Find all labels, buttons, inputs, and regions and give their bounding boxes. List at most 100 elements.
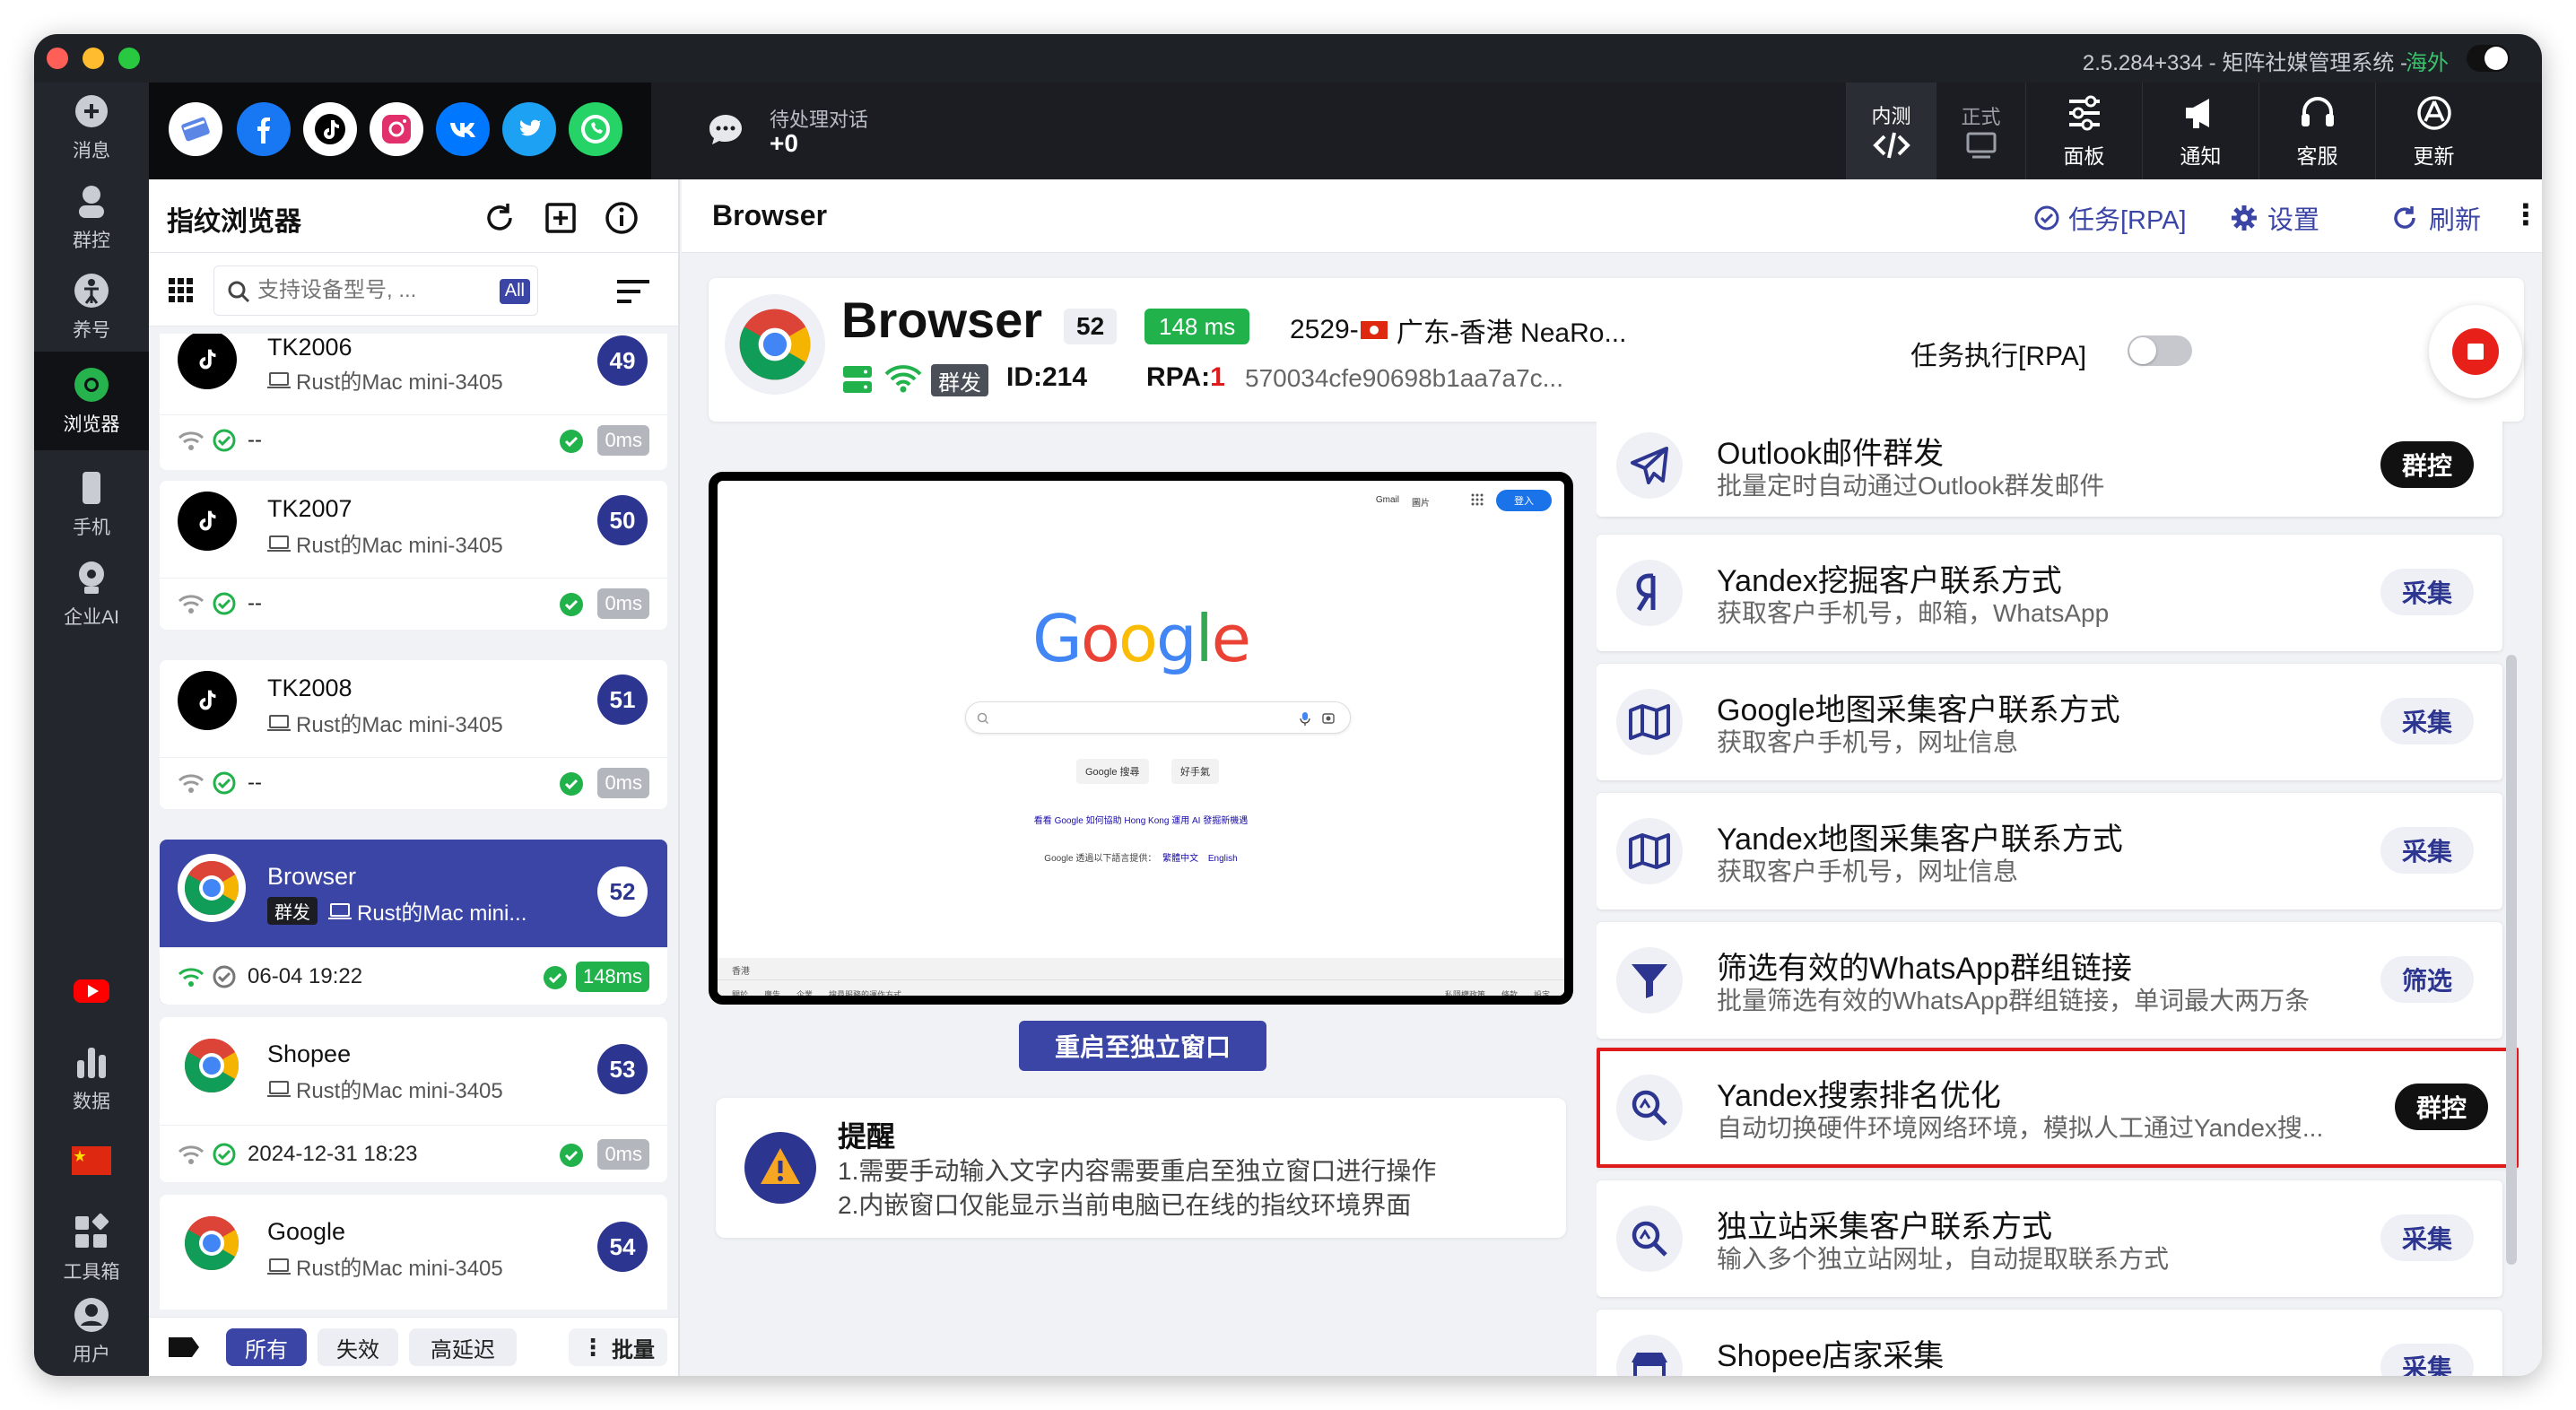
google-lucky-btn[interactable]: 好手氣	[1171, 759, 1219, 784]
task-whatsapp-group-filter[interactable]: 筛选有效的WhatsApp群组链接 批量筛选有效的WhatsApp群组链接，单词…	[1597, 922, 2502, 1039]
headset-icon	[2301, 97, 2334, 126]
social-twitter-button[interactable]	[502, 102, 556, 156]
sidebar-item-data[interactable]: 数据	[34, 1033, 149, 1123]
task-rpa-button[interactable]: 任务[RPA]	[2032, 199, 2187, 237]
camera-search-icon[interactable]	[1321, 711, 1336, 726]
task-independent-site-contacts[interactable]: 独立站采集客户联系方式 输入多个独立站网址，自动提取联系方式 采集	[1597, 1180, 2502, 1297]
footer-link[interactable]: 搜尋服務的運作方式	[829, 988, 901, 996]
device-card-tk2007[interactable]: TK2007 Rust的Mac mini-3405 50 -- 0ms	[160, 481, 667, 630]
map-icon	[1629, 833, 1670, 869]
lang-zh-link[interactable]: 繁體中文	[1162, 854, 1198, 864]
add-icon[interactable]	[544, 201, 578, 235]
task-list-scrollbar[interactable]	[2506, 655, 2517, 1265]
search-input[interactable]	[257, 274, 473, 308]
social-facebook-button[interactable]	[237, 102, 291, 156]
settings-button[interactable]: 设置	[2230, 199, 2319, 237]
task-yandex-maps-contacts[interactable]: Yandex地图采集客户联系方式 获取客户手机号，网址信息 采集	[1597, 793, 2502, 910]
google-search-btn[interactable]: Google 搜尋	[1076, 759, 1149, 784]
sidebar-item-enterprise-ai[interactable]: 企业AI	[34, 549, 149, 639]
social-tiktok-button[interactable]	[303, 102, 357, 156]
task-exec-toggle[interactable]	[2128, 335, 2192, 366]
task-badge[interactable]: 采集	[2380, 698, 2474, 744]
youtube-link[interactable]	[34, 962, 149, 1024]
sidebar-item-phone[interactable]: 手机	[34, 459, 149, 549]
sidebar-item-user[interactable]: 用户	[34, 1286, 149, 1376]
device-card-google[interactable]: Google Rust的Mac mini-3405 54	[160, 1195, 667, 1310]
footer-link[interactable]: 設定	[1534, 988, 1550, 996]
stop-button[interactable]	[2429, 305, 2522, 398]
task-badge[interactable]: 群控	[2394, 1084, 2488, 1130]
task-badge[interactable]: 采集	[2380, 1344, 2474, 1376]
info-icon[interactable]	[605, 201, 639, 235]
embedded-browser-preview[interactable]: Gmail 圖片 登入 Google Google 搜尋 好手氣 看看 Goog…	[709, 472, 1573, 1005]
sidebar-item-messages[interactable]: 消息	[34, 83, 149, 172]
notification-button[interactable]: 通知	[2142, 83, 2258, 179]
task-shopee-shop-collection[interactable]: Shopee店家采集 采集	[1597, 1310, 2502, 1376]
footer-link[interactable]: 條款	[1501, 988, 1518, 996]
footer-link[interactable]: 私隱權政策	[1445, 988, 1485, 996]
search-box[interactable]: All	[213, 265, 538, 316]
tag-icon[interactable]	[167, 1336, 201, 1359]
sort-icon[interactable]	[615, 278, 651, 305]
zoom-window-button[interactable]	[118, 48, 140, 69]
sidebar-item-group-control[interactable]: 群控	[34, 172, 149, 262]
restart-standalone-button[interactable]: 重启至独立窗口	[1019, 1021, 1266, 1071]
task-badge[interactable]: 筛选	[2380, 956, 2474, 1003]
device-host: Rust的Mac mini-3405	[267, 527, 563, 559]
language-selector[interactable]	[34, 1132, 149, 1195]
task-badge[interactable]: 采集	[2380, 1214, 2474, 1261]
batch-button[interactable]: ⋮ 批量	[569, 1328, 667, 1366]
env-test-button[interactable]: 内测	[1846, 83, 1936, 179]
device-card-tk2008[interactable]: TK2008 Rust的Mac mini-3405 51 -- 0ms	[160, 660, 667, 809]
footer-link[interactable]: 關於	[732, 988, 748, 996]
theme-toggle[interactable]	[2467, 45, 2510, 72]
wifi-icon	[178, 774, 205, 793]
facebook-icon	[257, 118, 270, 144]
device-card-tk2006[interactable]: TK2006 Rust的Mac mini-3405 49 -- 0ms	[160, 334, 667, 470]
social-instagram-button[interactable]	[370, 102, 423, 156]
customer-service-button[interactable]: 客服	[2258, 83, 2375, 179]
task-google-maps-contacts[interactable]: Google地图采集客户联系方式 获取客户手机号，网址信息 采集	[1597, 664, 2502, 780]
mic-icon[interactable]	[1300, 711, 1310, 726]
refresh-icon[interactable]	[483, 201, 517, 235]
sidebar-item-account-nurture[interactable]: 养号	[34, 262, 149, 352]
footer-left-links: 關於 廣告 企業 搜尋服務的運作方式	[732, 988, 901, 996]
device-card-browser[interactable]: Browser 群发 Rust的Mac mini... 52 06-04 19:…	[160, 840, 667, 1005]
panel-button[interactable]: 面板	[2025, 83, 2142, 179]
device-card-shopee[interactable]: Shopee Rust的Mac mini-3405 53 2024-12-31 …	[160, 1017, 667, 1182]
sidebar-item-toolbox[interactable]: 工具箱	[34, 1204, 149, 1293]
task-yandex-contacts[interactable]: Yandex挖掘客户联系方式 获取客户手机号，邮箱，WhatsApp 采集	[1597, 535, 2502, 651]
filter-all-chip[interactable]: 所有	[226, 1328, 307, 1366]
social-vk-button[interactable]	[436, 102, 490, 156]
footer-link[interactable]: 廣告	[764, 988, 780, 996]
task-yandex-seo-ranking[interactable]: Yandex搜索排名优化 自动切换硬件环境网络环境，模拟人工通过Yandex搜.…	[1597, 1048, 2519, 1168]
apps-grid-icon[interactable]	[1471, 493, 1484, 506]
minimize-window-button[interactable]	[83, 48, 104, 69]
update-button[interactable]: 更新	[2375, 83, 2492, 179]
gmail-link[interactable]: Gmail	[1376, 495, 1399, 509]
sidebar-item-browser[interactable]: 浏览器	[34, 352, 149, 450]
stop-icon	[2452, 328, 2499, 375]
social-generic-browser-button[interactable]	[169, 102, 222, 156]
more-menu-icon[interactable]: ⋮	[2511, 197, 2540, 231]
grid-view-icon[interactable]	[167, 276, 196, 305]
google-promo-link[interactable]: 看看 Google 如何協助 Hong Kong 運用 AI 發掘新機遇	[718, 813, 1564, 826]
task-outlook-mass-email[interactable]: Outlook邮件群发 批量定时自动通过Outlook群发邮件 群控	[1597, 422, 2502, 517]
filter-invalid-chip[interactable]: 失效	[318, 1328, 398, 1366]
lang-en-link[interactable]: English	[1208, 854, 1238, 864]
filter-high-latency-chip[interactable]: 高延迟	[409, 1328, 517, 1366]
footer-link[interactable]: 企業	[796, 988, 813, 996]
social-whatsapp-button[interactable]	[569, 102, 622, 156]
task-badge[interactable]: 群控	[2380, 441, 2474, 488]
filter-all-badge[interactable]: All	[499, 279, 530, 304]
check-circle-icon	[213, 592, 236, 615]
close-window-button[interactable]	[47, 48, 68, 69]
images-link[interactable]: 圖片	[1412, 495, 1430, 509]
search-rank-icon	[1632, 1090, 1667, 1126]
google-signin-button[interactable]: 登入	[1496, 490, 1552, 511]
task-badge[interactable]: 采集	[2380, 827, 2474, 874]
env-prod-button[interactable]: 正式	[1936, 83, 2025, 179]
refresh-button[interactable]: 刷新	[2391, 199, 2481, 237]
google-search-input[interactable]	[965, 701, 1351, 734]
task-badge[interactable]: 采集	[2380, 569, 2474, 615]
